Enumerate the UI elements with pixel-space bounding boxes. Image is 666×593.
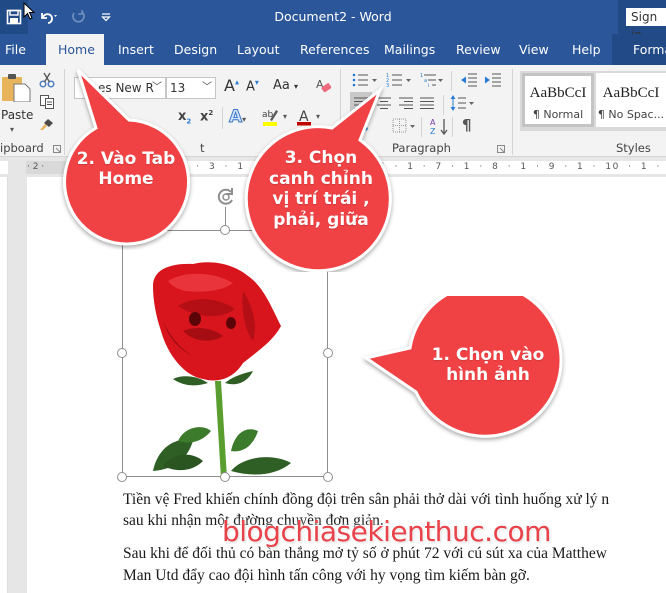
separator bbox=[421, 117, 422, 137]
svg-text:1: 1 bbox=[420, 73, 423, 79]
separator bbox=[452, 117, 453, 137]
style-sample: AaBbCcI bbox=[529, 85, 587, 101]
tab-layout[interactable]: Layout bbox=[237, 34, 280, 65]
tab-review[interactable]: Review bbox=[456, 34, 501, 65]
watermark: blogchiasekienthuc.com bbox=[222, 515, 551, 548]
multilevel-list-icon[interactable]: 1ai bbox=[420, 72, 446, 88]
signin-area: Sign in bbox=[618, 0, 666, 42]
title-bar: Document2 - Word Sign in bbox=[0, 0, 666, 42]
ruler-left-label: · 2 · bbox=[27, 162, 45, 172]
callout-text-3: 3. Chọn canh chỉnh vị trí trái , phải, g… bbox=[262, 148, 380, 231]
paste-button[interactable]: Paste ▾ bbox=[0, 69, 34, 134]
increase-indent-icon[interactable] bbox=[484, 72, 502, 88]
resize-handle-right[interactable] bbox=[323, 348, 333, 358]
separator bbox=[222, 107, 223, 129]
show-paragraph-marks-button[interactable]: ¶ bbox=[462, 116, 472, 134]
tab-mailings[interactable]: Mailings bbox=[384, 34, 435, 65]
paste-icon bbox=[2, 74, 31, 102]
style-no-spacing[interactable]: AaBbCcI ¶ No Spac... bbox=[596, 73, 666, 127]
paste-label: Paste bbox=[1, 108, 34, 122]
callout-line: Home bbox=[98, 169, 154, 190]
line-spacing-icon[interactable] bbox=[450, 94, 476, 112]
paragraph-line[interactable]: Man Utd đẩy cao đội hình tấn công với hy… bbox=[123, 564, 530, 588]
clipboard-group-label: ipboard bbox=[0, 141, 44, 155]
callout-line: 3. Chọn bbox=[284, 148, 358, 168]
copy-icon[interactable] bbox=[39, 94, 55, 110]
callout-line: 1. Chọn vào bbox=[431, 345, 545, 365]
svg-text:i: i bbox=[428, 83, 429, 88]
callout-line: vị trí trái , bbox=[272, 189, 370, 210]
separator bbox=[443, 95, 444, 115]
resize-handle-bottom-right[interactable] bbox=[323, 472, 333, 482]
svg-text:Z: Z bbox=[430, 127, 436, 135]
callout-text-2: 2. Vào Tab Home bbox=[64, 149, 188, 190]
style-normal[interactable]: AaBbCcI ¶ Normal bbox=[522, 73, 594, 127]
resize-handle-left[interactable] bbox=[117, 348, 127, 358]
paste-dropdown-icon: ▾ bbox=[10, 125, 15, 134]
svg-text:A: A bbox=[430, 118, 436, 127]
resize-handle-bottom[interactable] bbox=[220, 472, 230, 482]
callout-line: 2. Vào Tab bbox=[76, 149, 176, 169]
vertical-ruler[interactable] bbox=[0, 177, 8, 593]
tab-selector[interactable] bbox=[0, 161, 8, 174]
resize-handle-bottom-left[interactable] bbox=[117, 472, 127, 482]
callout-line: canh chỉnh bbox=[269, 168, 373, 189]
decrease-indent-icon[interactable] bbox=[460, 72, 478, 88]
separator bbox=[512, 69, 513, 155]
style-name: ¶ Normal bbox=[532, 108, 584, 121]
style-sample: AaBbCcI bbox=[602, 85, 660, 101]
callout-line: hình ảnh bbox=[446, 365, 530, 386]
callout-text-1: 1. Chọn vào hình ảnh bbox=[420, 345, 556, 386]
sort-icon[interactable]: AZ bbox=[430, 117, 450, 135]
cut-icon[interactable] bbox=[39, 72, 55, 88]
rotate-handle-icon[interactable] bbox=[215, 186, 237, 208]
tab-format[interactable]: Forma bbox=[633, 34, 666, 65]
document-title: Document2 - Word bbox=[274, 9, 392, 24]
svg-text:a: a bbox=[424, 78, 427, 84]
tab-help[interactable]: Help bbox=[572, 34, 601, 65]
separator bbox=[451, 71, 452, 91]
callout-line: phải, giữa bbox=[273, 210, 369, 231]
sign-in-button[interactable]: Sign in bbox=[626, 8, 666, 42]
tab-file[interactable]: File bbox=[5, 34, 26, 65]
tab-view[interactable]: View bbox=[519, 34, 549, 65]
resize-handle-top[interactable] bbox=[220, 225, 230, 235]
justify-icon[interactable] bbox=[420, 96, 434, 110]
grow-font-button[interactable]: A▴ bbox=[224, 76, 239, 95]
tab-references[interactable]: References bbox=[300, 34, 369, 65]
style-name: ¶ No Spac... bbox=[597, 108, 665, 121]
styles-group-label: Styles bbox=[616, 141, 651, 155]
dialog-launcher-icon[interactable] bbox=[497, 145, 505, 153]
word-window: Document2 - Word Sign in File Home Inser… bbox=[0, 0, 666, 593]
format-painter-icon[interactable] bbox=[39, 117, 55, 131]
